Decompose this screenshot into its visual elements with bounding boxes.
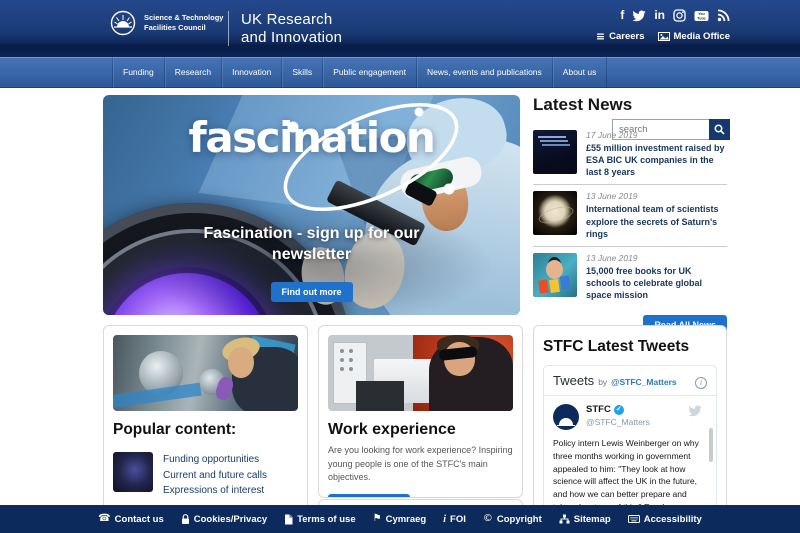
fascination-logo: fascination [188,113,436,162]
verified-badge-icon: ✓ [613,404,624,415]
hero-caption: Fascination - sign up for our newsletter [203,225,420,263]
header-utility-links: ≡ Careers Media Office [595,29,730,43]
facebook-icon[interactable]: f [620,9,624,22]
work-experience-card: Work experience Are you looking for work… [318,325,523,498]
popular-content-title: Popular content: [113,421,237,438]
linkedin-icon[interactable]: in [654,9,665,22]
news-item: 13 June 2019 International team of scien… [533,184,727,245]
lock-icon [181,513,189,524]
nav-item-innovation[interactable]: Innovation [221,57,281,88]
instagram-icon[interactable] [673,9,686,22]
nav-items: Funding Research Innovation Skills Publi… [112,57,800,88]
news-headline-link[interactable]: 15,000 free books for UK schools to cele… [586,265,727,301]
twitter-widget-header: Tweets by @STFC_Matters i [544,366,716,396]
footer-foi-link[interactable]: i FOI [443,514,466,525]
news-thumbnail-esa[interactable] [533,130,577,174]
nav-item-research[interactable]: Research [163,57,221,88]
popular-content-image[interactable] [113,335,298,411]
twitter-handle-link[interactable]: @STFC_Matters [611,377,676,387]
news-headline-link[interactable]: £55 million investment raised by ESA BIC… [586,142,727,178]
site-footer: ☎ Contact us Cookies/Privacy Terms of us… [0,505,800,533]
tweet-avatar[interactable] [553,404,579,430]
svg-text:Tube: Tube [697,16,705,20]
stfc-homepage: Science & Technology Facilities Council … [0,0,800,533]
news-headline-link[interactable]: International team of scientists explore… [586,203,727,239]
stfc-org-name: Science & Technology Facilities Council [144,12,224,32]
news-thumbnail-books[interactable] [533,252,577,297]
work-experience-description: Are you looking for work experience? Ins… [328,445,513,482]
twitter-bird-icon[interactable] [688,405,702,417]
social-links: f in You Tube [620,9,730,22]
hero-banner: fascination Fascination - sign up for ou… [103,95,520,315]
news-thumbnail-saturn[interactable] [533,191,577,236]
footer-contact-us-link[interactable]: ☎ Contact us [98,514,164,525]
news-date: 13 June 2019 [586,252,638,263]
tweet-author-handle: @STFC_Matters [586,417,650,427]
tweet-author-link[interactable]: STFC [586,404,611,415]
info-icon[interactable]: i [695,377,707,389]
accessibility-icon [627,515,640,523]
main-nav: Funding Research Innovation Skills Publi… [0,57,800,140]
flag-icon: ⚑ [372,513,382,524]
widget-scrollbar[interactable] [709,428,713,462]
work-experience-title: Work experience [328,421,456,438]
nav-item-public-engagement[interactable]: Public engagement [322,57,416,88]
news-item: 17 June 2019 £55 million investment rais… [533,124,727,184]
work-experience-find-out-more-button[interactable]: Find out more [328,493,410,497]
nav-item-skills[interactable]: Skills [281,57,322,88]
nav-item-about-us[interactable]: About us [551,57,608,88]
latest-news-section: Latest News 17 June 2019 £55 million inv… [533,95,727,336]
menu-icon: ≡ [595,29,606,43]
popular-link-expressions-of-interest[interactable]: Expressions of interest [163,483,267,499]
nav-item-funding[interactable]: Funding [112,57,164,88]
news-item: 13 June 2019 15,000 free books for UK sc… [533,245,727,307]
news-date: 17 June 2019 [586,130,638,140]
work-experience-image[interactable] [328,335,513,411]
popular-content-card: Popular content: Funding opportunities C… [103,325,308,533]
stfc-sunburst-icon [110,10,136,36]
copyright-icon: © [482,513,493,524]
careers-link[interactable]: ≡ Careers [595,29,645,43]
image-icon [657,32,670,41]
footer-sitemap-link[interactable]: Sitemap [559,514,611,525]
brand-divider [228,11,229,46]
ukri-brand: UK Research and Innovation [241,11,343,46]
nav-item-news-events[interactable]: News, events and publications [415,57,552,88]
phone-icon: ☎ [98,513,111,524]
popular-thumbnail-funding[interactable] [113,452,153,492]
site-header: Science & Technology Facilities Council … [0,0,800,57]
stfc-logo[interactable]: Science & Technology Facilities Council [110,10,223,36]
footer-accessibility-link[interactable]: Accessibility [627,514,702,525]
hero-find-out-more-button[interactable]: Find out more [270,282,353,302]
latest-tweets-title: STFC Latest Tweets [543,338,690,355]
popular-link-funding-opportunities[interactable]: Funding opportunities [163,452,267,468]
footer-terms-of-use-link[interactable]: Terms of use [284,514,356,525]
media-office-link[interactable]: Media Office [657,31,730,42]
news-date: 13 June 2019 [586,191,638,202]
youtube-icon[interactable]: You Tube [694,10,709,22]
info-icon: i [443,513,447,525]
footer-copyright-link[interactable]: © Copyright [483,514,542,525]
twitter-icon[interactable] [632,10,646,22]
latest-tweets-card: STFC Latest Tweets Tweets by @STFC_Matte… [533,325,727,533]
popular-link-current-future-calls[interactable]: Current and future calls [163,468,267,484]
footer-cookies-privacy-link[interactable]: Cookies/Privacy [181,514,267,525]
rss-icon[interactable] [717,9,730,22]
popular-group-funding: Funding opportunities Current and future… [113,446,298,505]
document-icon [285,514,293,524]
sitemap-icon [559,514,570,524]
latest-news-title: Latest News [533,95,633,114]
footer-cymraeg-link[interactable]: ⚑ Cymraeg [373,514,427,525]
